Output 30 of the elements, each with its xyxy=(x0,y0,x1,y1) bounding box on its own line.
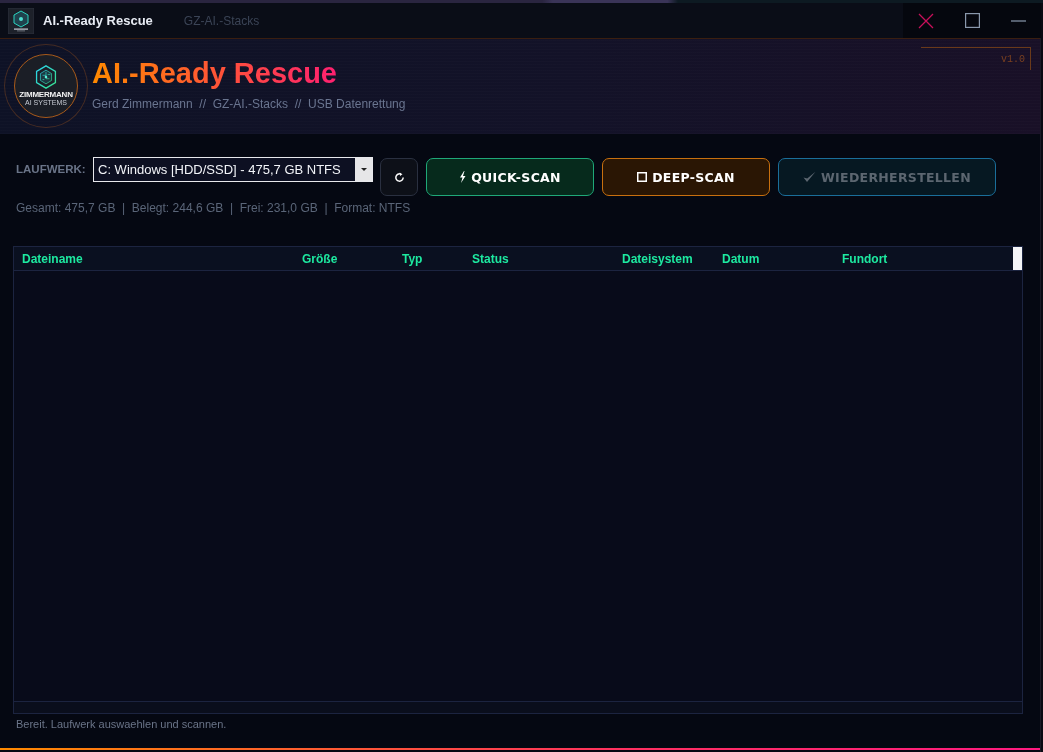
window-subtitle: GZ-AI.-Stacks xyxy=(183,13,260,28)
column-header[interactable]: Typ xyxy=(402,251,423,266)
drive-label: LAUFWERK: xyxy=(16,162,87,177)
hexagon-circuit-icon xyxy=(34,65,58,89)
status-text: Bereit. Laufwerk auswaehlen und scannen. xyxy=(16,717,227,731)
minimize-icon xyxy=(1010,19,1026,22)
refresh-button[interactable] xyxy=(380,158,418,196)
column-header[interactable]: Datum xyxy=(722,251,760,266)
dropdown-arrow-icon xyxy=(360,168,367,171)
column-header[interactable]: Größe xyxy=(302,251,338,266)
lightning-icon xyxy=(459,171,467,183)
drive-info: Gesamt: 475,7 GB | Belegt: 244,6 GB | Frei: 231,0 GB | Format: NTFS xyxy=(16,201,411,215)
checkmark-icon xyxy=(803,171,816,183)
version-label: v1.0 xyxy=(921,47,1031,70)
window-title: AI.-Ready Rescue xyxy=(43,13,153,28)
maximize-icon xyxy=(964,13,980,28)
quick-scan-button[interactable]: QUICK-SCAN xyxy=(426,158,594,196)
column-header[interactable]: Dateisystem xyxy=(622,251,693,266)
refresh-icon xyxy=(393,171,405,183)
close-icon xyxy=(918,12,934,29)
scrollbar-handle[interactable] xyxy=(1013,247,1022,270)
deep-scan-button[interactable]: DEEP-SCAN xyxy=(602,158,770,196)
drive-select[interactable]: C: Windows [HDD/SSD] - 475,7 GB NTFS xyxy=(93,157,373,182)
app-subtitle: Gerd Zimmermann // GZ-AI.-Stacks // USB Datenrettung xyxy=(92,97,406,111)
app-logo-icon xyxy=(8,7,34,34)
column-header[interactable]: Dateiname xyxy=(22,251,83,266)
column-header[interactable]: Fundort xyxy=(842,251,888,266)
logo-name: ZIMMERMANN xyxy=(19,90,73,99)
square-icon xyxy=(637,172,648,182)
column-header[interactable]: Status xyxy=(472,251,509,266)
